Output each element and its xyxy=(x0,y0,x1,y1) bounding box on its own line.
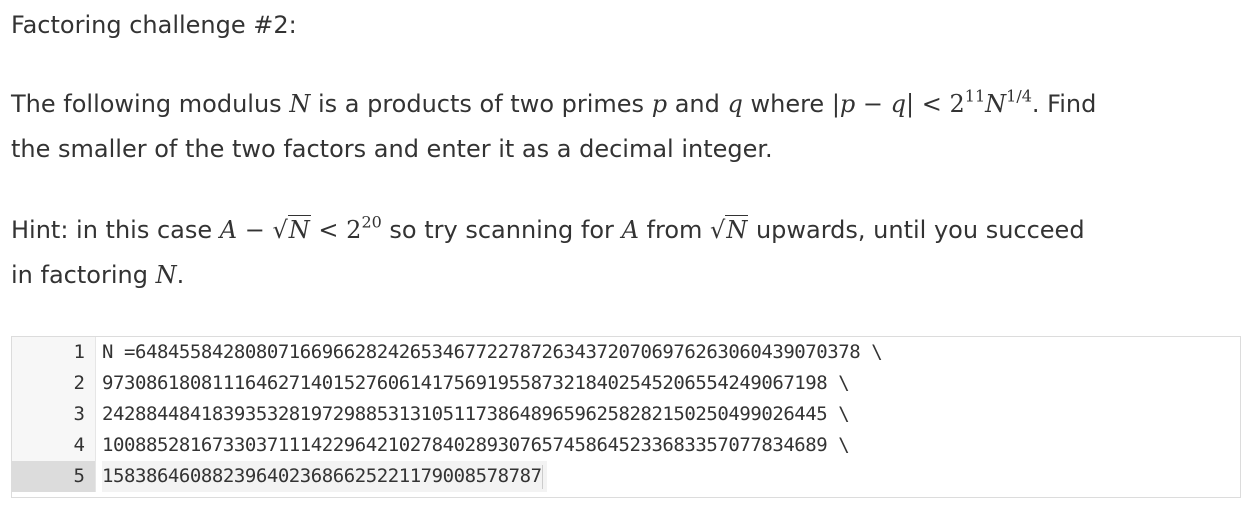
description-line-2: the smaller of the two factors and enter… xyxy=(11,135,773,163)
code-line-active[interactable]: 5 15838646088239640236866252211790085787… xyxy=(12,461,1240,492)
text: and xyxy=(667,90,728,118)
challenge-hint: Hint: in this case A − √N < 220 so try s… xyxy=(11,208,1085,298)
radicand: N xyxy=(287,215,311,244)
exponent-quarter: 1/4 xyxy=(1006,86,1032,106)
radical-icon: √ xyxy=(710,216,726,244)
text: where | xyxy=(742,90,840,118)
code-line[interactable]: 3 24288448418393532819729885313105117386… xyxy=(12,399,1240,430)
code-line-content[interactable]: 1583864608823964023686625221179008578787 xyxy=(102,465,542,487)
text: in factoring xyxy=(11,261,156,289)
code-line-text[interactable]: 9730861808111646271401527606141756919558… xyxy=(102,368,853,399)
line-number: 3 xyxy=(12,399,96,430)
expr-p: p xyxy=(839,90,856,118)
expr-minus: − xyxy=(855,90,891,118)
text: so try scanning for xyxy=(381,216,622,244)
var-p: p xyxy=(651,90,668,118)
text-cursor xyxy=(541,464,543,489)
hint-line-2: in factoring N. xyxy=(11,253,1085,298)
line-number: 4 xyxy=(12,430,96,461)
sqrt-N: √N xyxy=(710,208,749,253)
exponent-11: 11 xyxy=(964,86,986,106)
text: is a products of two primes xyxy=(310,90,652,118)
var-A: A xyxy=(621,216,639,244)
expr-lt-two: | < 2 xyxy=(906,90,965,118)
expr-q: q xyxy=(890,90,907,118)
line-number: 1 xyxy=(12,337,96,368)
sqrt-N: √N xyxy=(273,208,311,253)
var-N: N xyxy=(155,261,177,289)
code-line[interactable]: 1 N =64845584280807166966282426534677227… xyxy=(12,337,1240,368)
radical-icon: √ xyxy=(272,216,288,244)
text: from xyxy=(638,216,711,244)
code-line[interactable]: 2 97308618081116462714015276061417569195… xyxy=(12,368,1240,399)
code-line-text[interactable]: 1008852816733037111422964210278402893076… xyxy=(102,430,853,461)
hint-line-1: Hint: in this case A − √N < 220 so try s… xyxy=(11,208,1085,253)
challenge-description: The following modulus N is a products of… xyxy=(11,82,1096,172)
line-number: 2 xyxy=(12,368,96,399)
code-line-text[interactable]: 2428844841839353281972988531310511738648… xyxy=(102,399,853,430)
text: . xyxy=(176,261,185,289)
var-A: A xyxy=(219,216,238,244)
code-editor[interactable]: 1 N =64845584280807166966282426534677227… xyxy=(11,336,1241,498)
minus: − xyxy=(237,216,273,244)
line-number: 5 xyxy=(12,461,96,492)
var-N: N xyxy=(289,90,311,118)
text: upwards, until you succeed xyxy=(748,216,1085,244)
var-q: q xyxy=(727,90,743,118)
text: Hint: in this case xyxy=(11,216,220,244)
lt-two: < 2 xyxy=(310,216,362,244)
text: The following modulus xyxy=(11,90,290,118)
description-line-1: The following modulus N is a products of… xyxy=(11,82,1096,127)
radicand: N xyxy=(725,215,749,244)
text: . Find xyxy=(1031,90,1097,118)
code-line-text[interactable]: N =6484558428080716696628242653467722787… xyxy=(102,337,886,368)
code-line[interactable]: 4 10088528167330371114229642102784028930… xyxy=(12,430,1240,461)
expr-N: N xyxy=(985,90,1007,118)
code-line-text[interactable]: 1583864608823964023686625221179008578787 xyxy=(102,461,547,492)
exponent-20: 20 xyxy=(361,212,382,232)
challenge-title: Factoring challenge #2: xyxy=(11,11,297,39)
